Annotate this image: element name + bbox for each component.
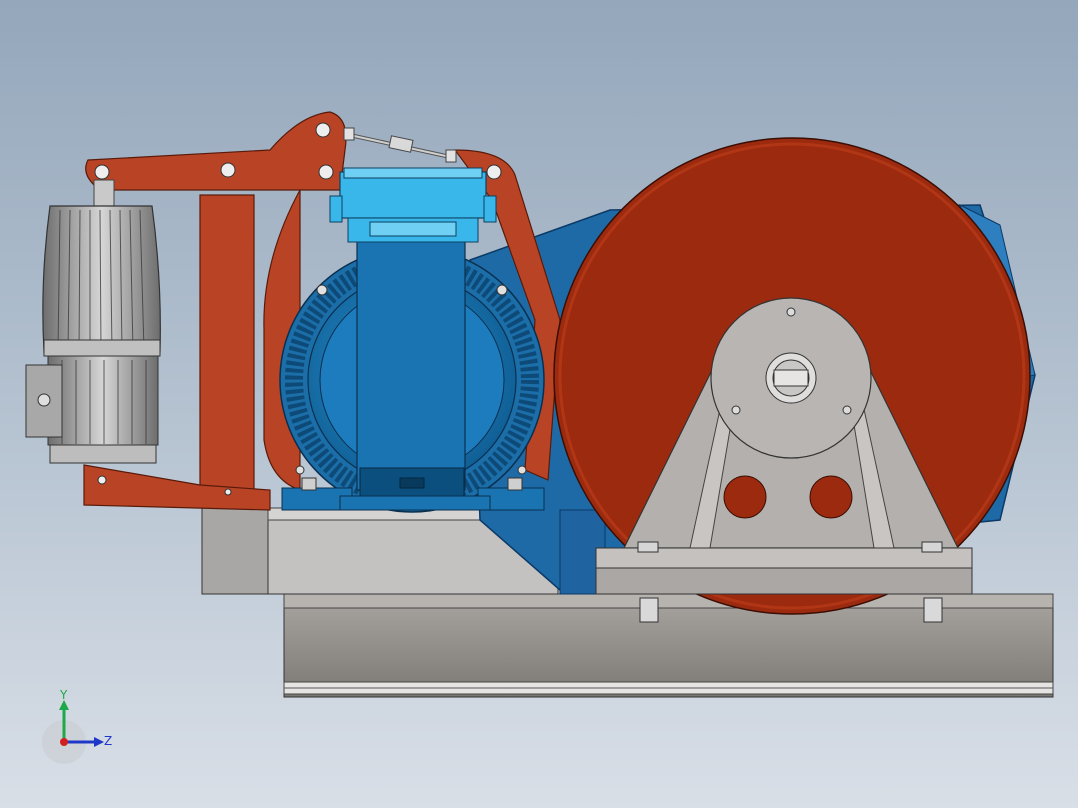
x-axis-icon <box>60 738 68 746</box>
coordinate-triad: Y Z <box>42 688 112 764</box>
triad-y-label: Y <box>59 688 68 702</box>
triad-z-label: Z <box>104 734 112 748</box>
cad-model-scene[interactable]: Y Z <box>0 0 1078 808</box>
hydraulic-thruster-icon[interactable] <box>25 179 161 464</box>
cad-viewport[interactable]: Y Z <box>0 0 1078 808</box>
terminal-box-icon[interactable] <box>329 167 497 243</box>
tie-rod-icon[interactable] <box>343 127 457 163</box>
